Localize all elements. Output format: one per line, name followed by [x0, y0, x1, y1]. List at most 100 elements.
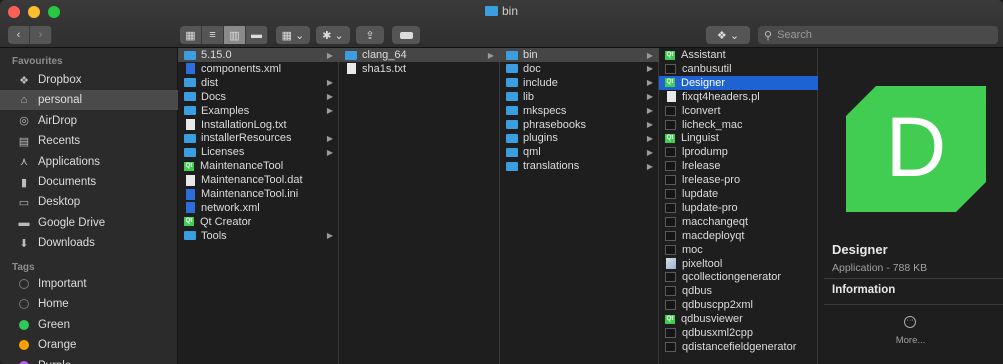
file-row-dist[interactable]: dist ▶ [178, 76, 339, 90]
column-clang-64[interactable]: bin ▶ doc ▶ include ▶ lib ▶ mkspecs ▶ phrasebooks ▶… [500, 48, 659, 364]
file-row-maintenancetool[interactable]: Qt MaintenanceTool [178, 159, 339, 173]
column-view-button[interactable]: ▥ [224, 26, 246, 44]
file-name: canbusutil [682, 62, 732, 75]
sidebar-item-google-drive[interactable]: ▬ Google Drive [0, 213, 178, 233]
file-row-translations[interactable]: translations ▶ [500, 159, 659, 173]
file-row-lib[interactable]: lib ▶ [500, 90, 659, 104]
file-row-lconvert[interactable]: lconvert [659, 104, 818, 118]
file-row-maintenancetool-dat[interactable]: MaintenanceTool.dat [178, 173, 339, 187]
file-row-pixeltool[interactable]: pixeltool [659, 257, 818, 271]
column-bin[interactable]: Qt Assistant canbusutil Qt Designer fixqt4hea… [659, 48, 818, 364]
file-row-include[interactable]: include ▶ [500, 76, 659, 90]
file-row-lupdate-pro[interactable]: lupdate-pro [659, 201, 818, 215]
chevron-right-icon: ▶ [326, 133, 333, 143]
tag-item-purple[interactable]: Purple [0, 356, 178, 364]
sidebar-item-recents[interactable]: ▤ Recents [0, 131, 178, 151]
folder-icon [484, 6, 498, 16]
file-row-macdeployqt[interactable]: macdeployqt [659, 229, 818, 243]
file-row-examples[interactable]: Examples ▶ [178, 104, 339, 118]
tag-label: Orange [38, 339, 77, 352]
list-view-button[interactable]: ≡ [202, 26, 224, 44]
file-row-lprodump[interactable]: lprodump [659, 145, 818, 159]
share-button[interactable]: ⇪ [356, 26, 384, 44]
nav-buttons: ‹ › [8, 26, 52, 44]
file-row-linguist[interactable]: Qt Linguist [659, 131, 818, 145]
xml-file-icon [186, 202, 195, 214]
file-row-tools[interactable]: Tools ▶ [178, 229, 339, 243]
file-row-fixqt4headers-pl[interactable]: fixqt4headers.pl [659, 90, 818, 104]
tag-item-green[interactable]: Green [0, 315, 178, 335]
file-row-installerresources[interactable]: installerResources ▶ [178, 131, 339, 145]
group-by-button[interactable]: ▦ ⌄ [276, 26, 310, 44]
sidebar-item-downloads[interactable]: ⬇ Downloads [0, 233, 178, 253]
file-row-moc[interactable]: moc [659, 243, 818, 257]
tag-item-home[interactable]: Home [0, 294, 178, 314]
sidebar-item-dropbox[interactable]: ❖ Dropbox [0, 70, 178, 90]
executable-icon [665, 105, 676, 116]
tag-item-orange[interactable]: Orange [0, 335, 178, 355]
dropbox-menu-button[interactable]: ❖ ⌄ [706, 26, 750, 44]
file-row-qdbusxml2cpp[interactable]: qdbusxml2cpp [659, 326, 818, 340]
tag-item-important[interactable]: Important [0, 274, 178, 294]
file-row-macchangeqt[interactable]: macchangeqt [659, 215, 818, 229]
image-app-icon [666, 258, 676, 269]
file-row-lupdate[interactable]: lupdate [659, 187, 818, 201]
icon-view-button[interactable]: ▦ [180, 26, 202, 44]
file-row-qt-creator[interactable]: Qt Qt Creator [178, 215, 339, 229]
file-row-5-15-0[interactable]: 5.15.0 ▶ [178, 48, 339, 62]
file-row-lrelease-pro[interactable]: lrelease-pro [659, 173, 818, 187]
sidebar-item-airdrop[interactable]: ◎ AirDrop [0, 111, 178, 131]
file-row-licheck-mac[interactable]: licheck_mac [659, 118, 818, 132]
file-row-qdbusviewer[interactable]: Qt qdbusviewer [659, 312, 818, 326]
folder-icon [184, 231, 196, 241]
sidebar-item-documents[interactable]: ▮ Documents [0, 172, 178, 192]
file-row-mkspecs[interactable]: mkspecs ▶ [500, 104, 659, 118]
file-row-doc[interactable]: doc ▶ [500, 62, 659, 76]
executable-icon [665, 119, 676, 130]
file-row-canbusutil[interactable]: canbusutil [659, 62, 818, 76]
file-row-bin[interactable]: bin ▶ [500, 48, 659, 62]
file-row-qdistancefieldgenerator[interactable]: qdistancefieldgenerator [659, 340, 818, 354]
file-row-installationlog-txt[interactable]: InstallationLog.txt [178, 118, 339, 132]
file-row-phrasebooks[interactable]: phrasebooks ▶ [500, 118, 659, 132]
gallery-view-button[interactable]: ▬ [246, 26, 268, 44]
file-name: bin [523, 49, 538, 61]
chevron-right-icon: ▶ [326, 92, 333, 102]
file-row-clang-64[interactable]: clang_64 ▶ [339, 48, 500, 62]
file-row-plugins[interactable]: plugins ▶ [500, 131, 659, 145]
file-row-docs[interactable]: Docs ▶ [178, 90, 339, 104]
file-row-sha1s-txt[interactable]: sha1s.txt [339, 62, 500, 76]
favourites-heading: Favourites [12, 56, 63, 67]
file-row-qdbuscpp2xml[interactable]: qdbuscpp2xml [659, 298, 818, 312]
sidebar-item-label: Documents [38, 176, 97, 188]
file-name: Tools [201, 229, 227, 242]
action-menu-button[interactable]: ✱ ⌄ [316, 26, 350, 44]
recents-icon: ▤ [18, 135, 30, 148]
file-row-assistant[interactable]: Qt Assistant [659, 48, 818, 62]
file-row-components-xml[interactable]: components.xml [178, 62, 339, 76]
sidebar-item-applications[interactable]: ⋏ Applications [0, 152, 178, 172]
column-5-15-0[interactable]: clang_64 ▶ sha1s.txt [339, 48, 500, 364]
file-row-licenses[interactable]: Licenses ▶ [178, 145, 339, 159]
forward-button[interactable]: › [30, 26, 52, 44]
back-button[interactable]: ‹ [8, 26, 30, 44]
qt-app-icon: Qt [184, 161, 194, 171]
more-link[interactable]: More... [818, 335, 1003, 346]
designer-app-icon: D [846, 86, 986, 212]
column-qt-root[interactable]: 5.15.0 ▶ components.xml dist ▶ Docs ▶ Examples ▶… [178, 48, 339, 364]
sidebar-item-desktop[interactable]: ▭ Desktop [0, 192, 178, 212]
search-field[interactable]: ⚲ Search [758, 26, 998, 44]
file-row-network-xml[interactable]: network.xml [178, 201, 339, 215]
file-row-qdbus[interactable]: qdbus [659, 284, 818, 298]
more-icon[interactable]: ··· [904, 316, 916, 328]
file-name: qdbuscpp2xml [682, 299, 753, 312]
file-name: network.xml [201, 201, 260, 214]
file-row-maintenancetool-ini[interactable]: MaintenanceTool.ini [178, 187, 339, 201]
file-row-designer[interactable]: Qt Designer [659, 75, 818, 90]
file-row-lrelease[interactable]: lrelease [659, 159, 818, 173]
edit-tags-button[interactable] [392, 26, 420, 44]
file-row-qml[interactable]: qml ▶ [500, 145, 659, 159]
sidebar-item-personal[interactable]: ⌂ personal [0, 90, 178, 111]
chevron-right-icon: ▶ [646, 133, 653, 143]
file-row-qcollectiongenerator[interactable]: qcollectiongenerator [659, 270, 818, 284]
